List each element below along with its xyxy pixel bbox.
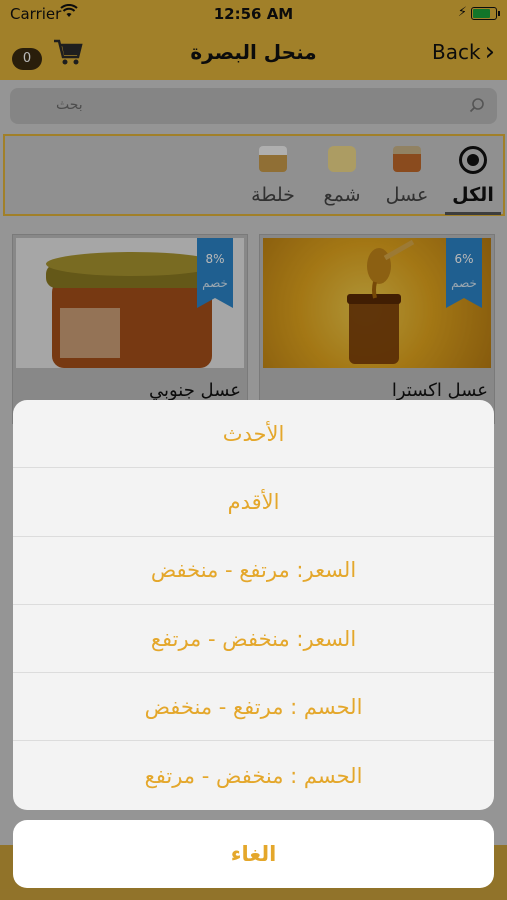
sort-option-discount-low-high[interactable]: الحسم : منخفض - مرتفع bbox=[13, 741, 494, 809]
sort-option-oldest[interactable]: الأقدم bbox=[13, 468, 494, 537]
cancel-button[interactable]: الغاء bbox=[13, 820, 494, 888]
sort-action-sheet: الأحدث الأقدم السعر: مرتفع - منخفض السعر… bbox=[13, 400, 494, 810]
sort-option-discount-high-low[interactable]: الحسم : مرتفع - منخفض bbox=[13, 673, 494, 742]
sort-option-newest[interactable]: الأحدث bbox=[13, 400, 494, 469]
sort-option-price-high-low[interactable]: السعر: مرتفع - منخفض bbox=[13, 537, 494, 605]
sort-option-price-low-high[interactable]: السعر: منخفض - مرتفع bbox=[13, 605, 494, 674]
